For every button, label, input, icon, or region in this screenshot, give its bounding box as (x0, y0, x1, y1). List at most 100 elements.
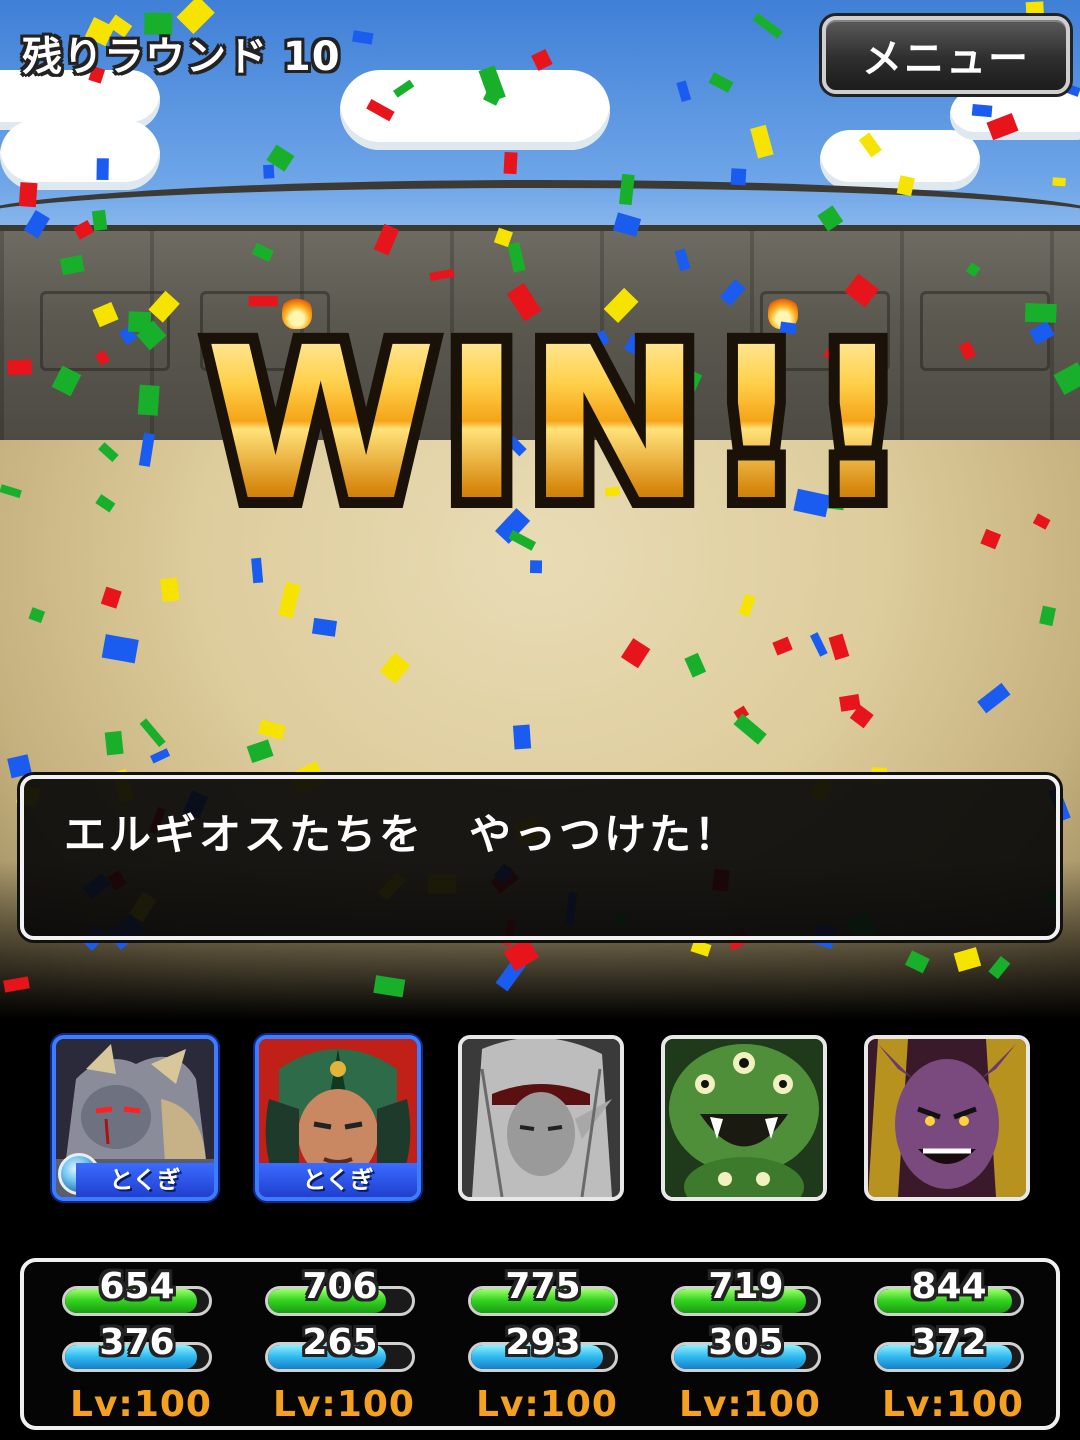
confetti-piece (263, 164, 275, 179)
menu-button[interactable]: メニュー (822, 16, 1070, 94)
battle-message: エルギオスたちを やっつけた！ (64, 810, 740, 859)
confetti-piece (101, 634, 139, 664)
confetti-piece (750, 124, 774, 159)
confetti-piece (139, 718, 166, 748)
confetti-piece (100, 586, 122, 609)
confetti-piece (828, 633, 850, 661)
confetti-piece (730, 168, 747, 186)
confetti-piece (674, 248, 691, 272)
confetti-piece (738, 593, 756, 617)
party-member-portrait-5[interactable] (864, 1035, 1030, 1201)
hp-value: 654 (99, 1266, 175, 1307)
confetti-piece (18, 182, 38, 208)
party-status-panel: 654 376 Lv:100 706 265 Lv:100 775 293 Lv… (20, 1258, 1060, 1430)
confetti-piece (809, 632, 828, 657)
confetti-piece (23, 209, 50, 239)
mp-value: 376 (99, 1322, 175, 1363)
level-label: Lv:100 (882, 1384, 1024, 1425)
level-label: Lv:100 (273, 1384, 415, 1425)
confetti-piece (257, 719, 286, 740)
confetti-piece (858, 132, 882, 158)
confetti-piece (690, 939, 712, 957)
confetti-piece (92, 302, 119, 328)
confetti-piece (1024, 303, 1057, 323)
confetti-piece (839, 694, 861, 712)
battle-message-box[interactable]: エルギオスたちを やっつけた！ (20, 775, 1060, 940)
confetti-piece (896, 175, 915, 197)
confetti-piece (619, 173, 635, 206)
party-member-status-5: 844 372 Lv:100 (858, 1262, 1028, 1434)
win-banner: WIN!! (205, 302, 913, 547)
confetti-piece (104, 730, 124, 756)
confetti-piece (905, 950, 930, 974)
confetti-piece (28, 607, 46, 624)
confetti-piece (429, 268, 455, 281)
confetti-piece (1025, 1, 1044, 16)
party-member-status-1: 654 376 Lv:100 (46, 1262, 216, 1434)
mp-value: 293 (505, 1322, 581, 1363)
confetti-piece (1053, 362, 1080, 395)
confetti-piece (251, 242, 274, 262)
white-haired-elf-portrait (462, 1039, 620, 1197)
confetti-piece (59, 254, 85, 276)
confetti-piece (150, 748, 171, 764)
confetti-piece (128, 311, 152, 333)
confetti-piece (51, 365, 82, 397)
hp-value: 719 (708, 1266, 784, 1307)
confetti-piece (311, 617, 338, 637)
confetti-piece (733, 713, 767, 745)
confetti-piece (965, 262, 981, 278)
confetti-piece (531, 48, 553, 71)
confetti-piece (772, 636, 793, 656)
confetti-piece (94, 350, 110, 366)
party-member-portrait-2[interactable]: とくぎ (255, 1035, 421, 1201)
green-multi-eyed-monster-portrait (665, 1039, 823, 1197)
confetti-piece (278, 581, 301, 619)
confetti-piece (91, 209, 108, 231)
hp-value: 775 (505, 1266, 581, 1307)
party-member-status-4: 719 305 Lv:100 (655, 1262, 825, 1434)
confetti-piece (373, 223, 400, 256)
menu-button-label: メニュー (862, 36, 1030, 82)
level-label: Lv:100 (70, 1384, 212, 1425)
confetti-piece (373, 975, 406, 998)
remaining-rounds-label: 残りラウンド 10 (22, 34, 341, 80)
confetti-piece (393, 79, 415, 98)
confetti-piece (246, 739, 274, 764)
party-portraits: とくぎ とくぎ (0, 1030, 1080, 1210)
purple-demon-portrait (868, 1039, 1026, 1197)
confetti-piece (148, 290, 180, 323)
confetti-piece (512, 724, 532, 750)
mp-value: 372 (911, 1322, 987, 1363)
confetti-piece (251, 557, 264, 584)
party-member-portrait-4[interactable] (661, 1035, 827, 1201)
confetti-piece (137, 384, 160, 416)
party-member-portrait-1[interactable]: とくぎ (52, 1035, 218, 1201)
confetti-piece (708, 72, 734, 93)
party-member-status-3: 775 293 Lv:100 (452, 1262, 622, 1434)
confetti-piece (1032, 513, 1051, 530)
confetti-piece (7, 754, 32, 779)
mp-value: 265 (302, 1322, 378, 1363)
confetti-piece (988, 956, 1011, 980)
confetti-piece (752, 12, 783, 39)
confetti-piece (684, 652, 707, 678)
confetti-piece (160, 577, 180, 603)
confetti-piece (366, 99, 395, 122)
confetti-piece (0, 484, 22, 499)
mp-value: 305 (708, 1322, 784, 1363)
level-label: Lv:100 (679, 1384, 821, 1425)
party-member-portrait-3[interactable] (458, 1035, 624, 1201)
party-member-status-2: 706 265 Lv:100 (249, 1262, 419, 1434)
confetti-piece (1039, 605, 1057, 627)
confetti-piece (95, 494, 116, 513)
confetti-piece (529, 560, 543, 574)
confetti-piece (7, 359, 32, 376)
confetti-piece (980, 528, 1002, 550)
confetti-piece (1028, 320, 1055, 345)
confetti-piece (1052, 177, 1066, 187)
confetti-piece (379, 652, 411, 684)
skill-tag: とくぎ (259, 1163, 417, 1197)
confetti-piece (977, 682, 1011, 714)
confetti-piece (507, 242, 526, 273)
